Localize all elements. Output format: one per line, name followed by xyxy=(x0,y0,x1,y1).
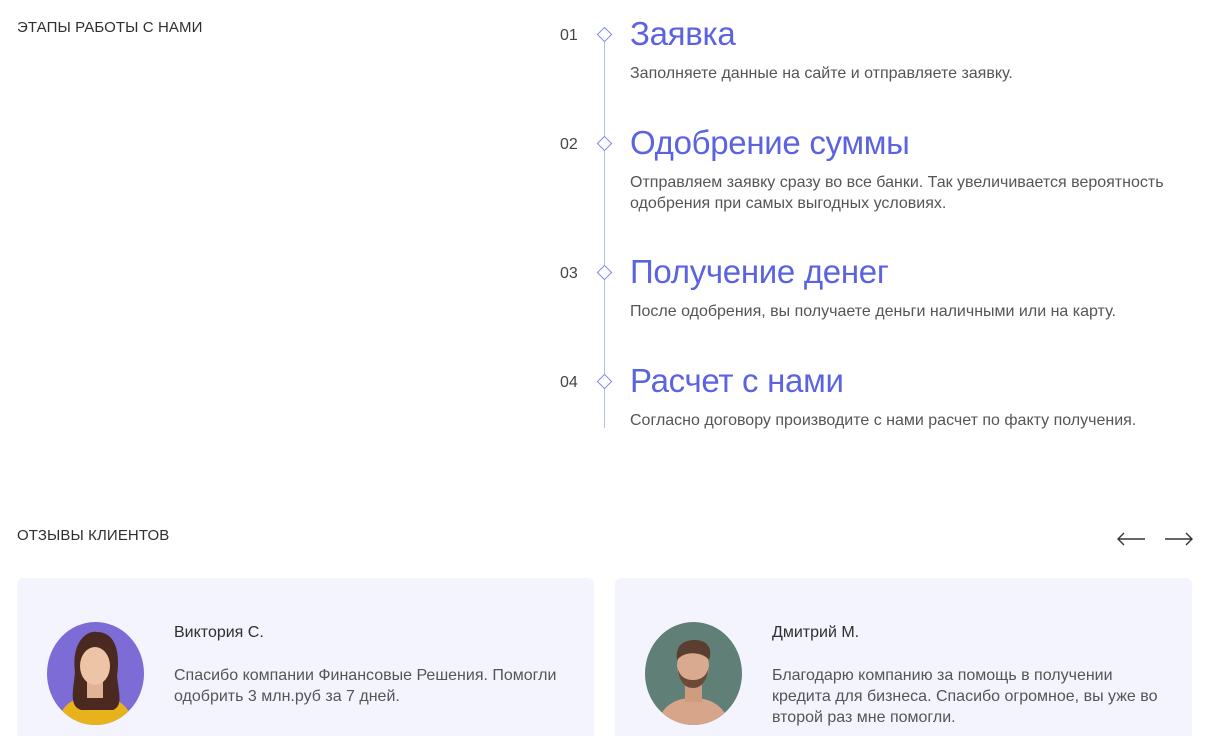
timeline-line xyxy=(604,42,605,428)
diamond-marker-icon xyxy=(596,264,613,281)
review-text: Благодарю компанию за помощь в получении… xyxy=(772,667,1158,726)
reviewer-name: Дмитрий М. xyxy=(772,624,860,641)
diamond-marker-icon xyxy=(596,26,613,43)
reviews-carousel-nav xyxy=(1110,527,1200,551)
step-title: Заявка xyxy=(630,15,736,52)
review-card: Дмитрий М. Благодарю компанию за помощь … xyxy=(615,578,1192,736)
reviewer-name: Виктория С. xyxy=(174,624,264,641)
step-number: 02 xyxy=(560,136,578,153)
step-number: 01 xyxy=(560,27,578,44)
step-description: После одобрения, вы получаете деньги нал… xyxy=(630,303,1116,320)
step-title: Получение денег xyxy=(630,253,889,290)
review-text: Спасибо компании Финансовые Решения. Пом… xyxy=(174,667,557,705)
step-description: Отправляем заявку сразу во все банки. Та… xyxy=(630,174,1164,212)
diamond-marker-icon xyxy=(596,135,613,152)
diamond-marker-icon xyxy=(596,373,613,390)
step-description: Заполняете данные на сайте и отправляете… xyxy=(630,65,1013,82)
reviews-section-title: ОТЗЫВЫ КЛИЕНТОВ xyxy=(17,527,170,544)
arrow-left-icon[interactable] xyxy=(1115,527,1147,551)
step-title: Расчет с нами xyxy=(630,362,844,399)
step-description: Согласно договору производите с нами рас… xyxy=(630,412,1137,429)
arrow-right-icon[interactable] xyxy=(1163,527,1195,551)
review-card: Виктория С. Спасибо компании Финансовые … xyxy=(17,578,594,736)
steps-timeline: 01 Заявка Заполняете данные на сайте и о… xyxy=(0,0,1212,460)
avatar xyxy=(47,622,144,725)
step-title: Одобрение суммы xyxy=(630,124,910,161)
step-number: 03 xyxy=(560,265,578,282)
step-number: 04 xyxy=(560,374,578,391)
avatar xyxy=(645,622,742,725)
